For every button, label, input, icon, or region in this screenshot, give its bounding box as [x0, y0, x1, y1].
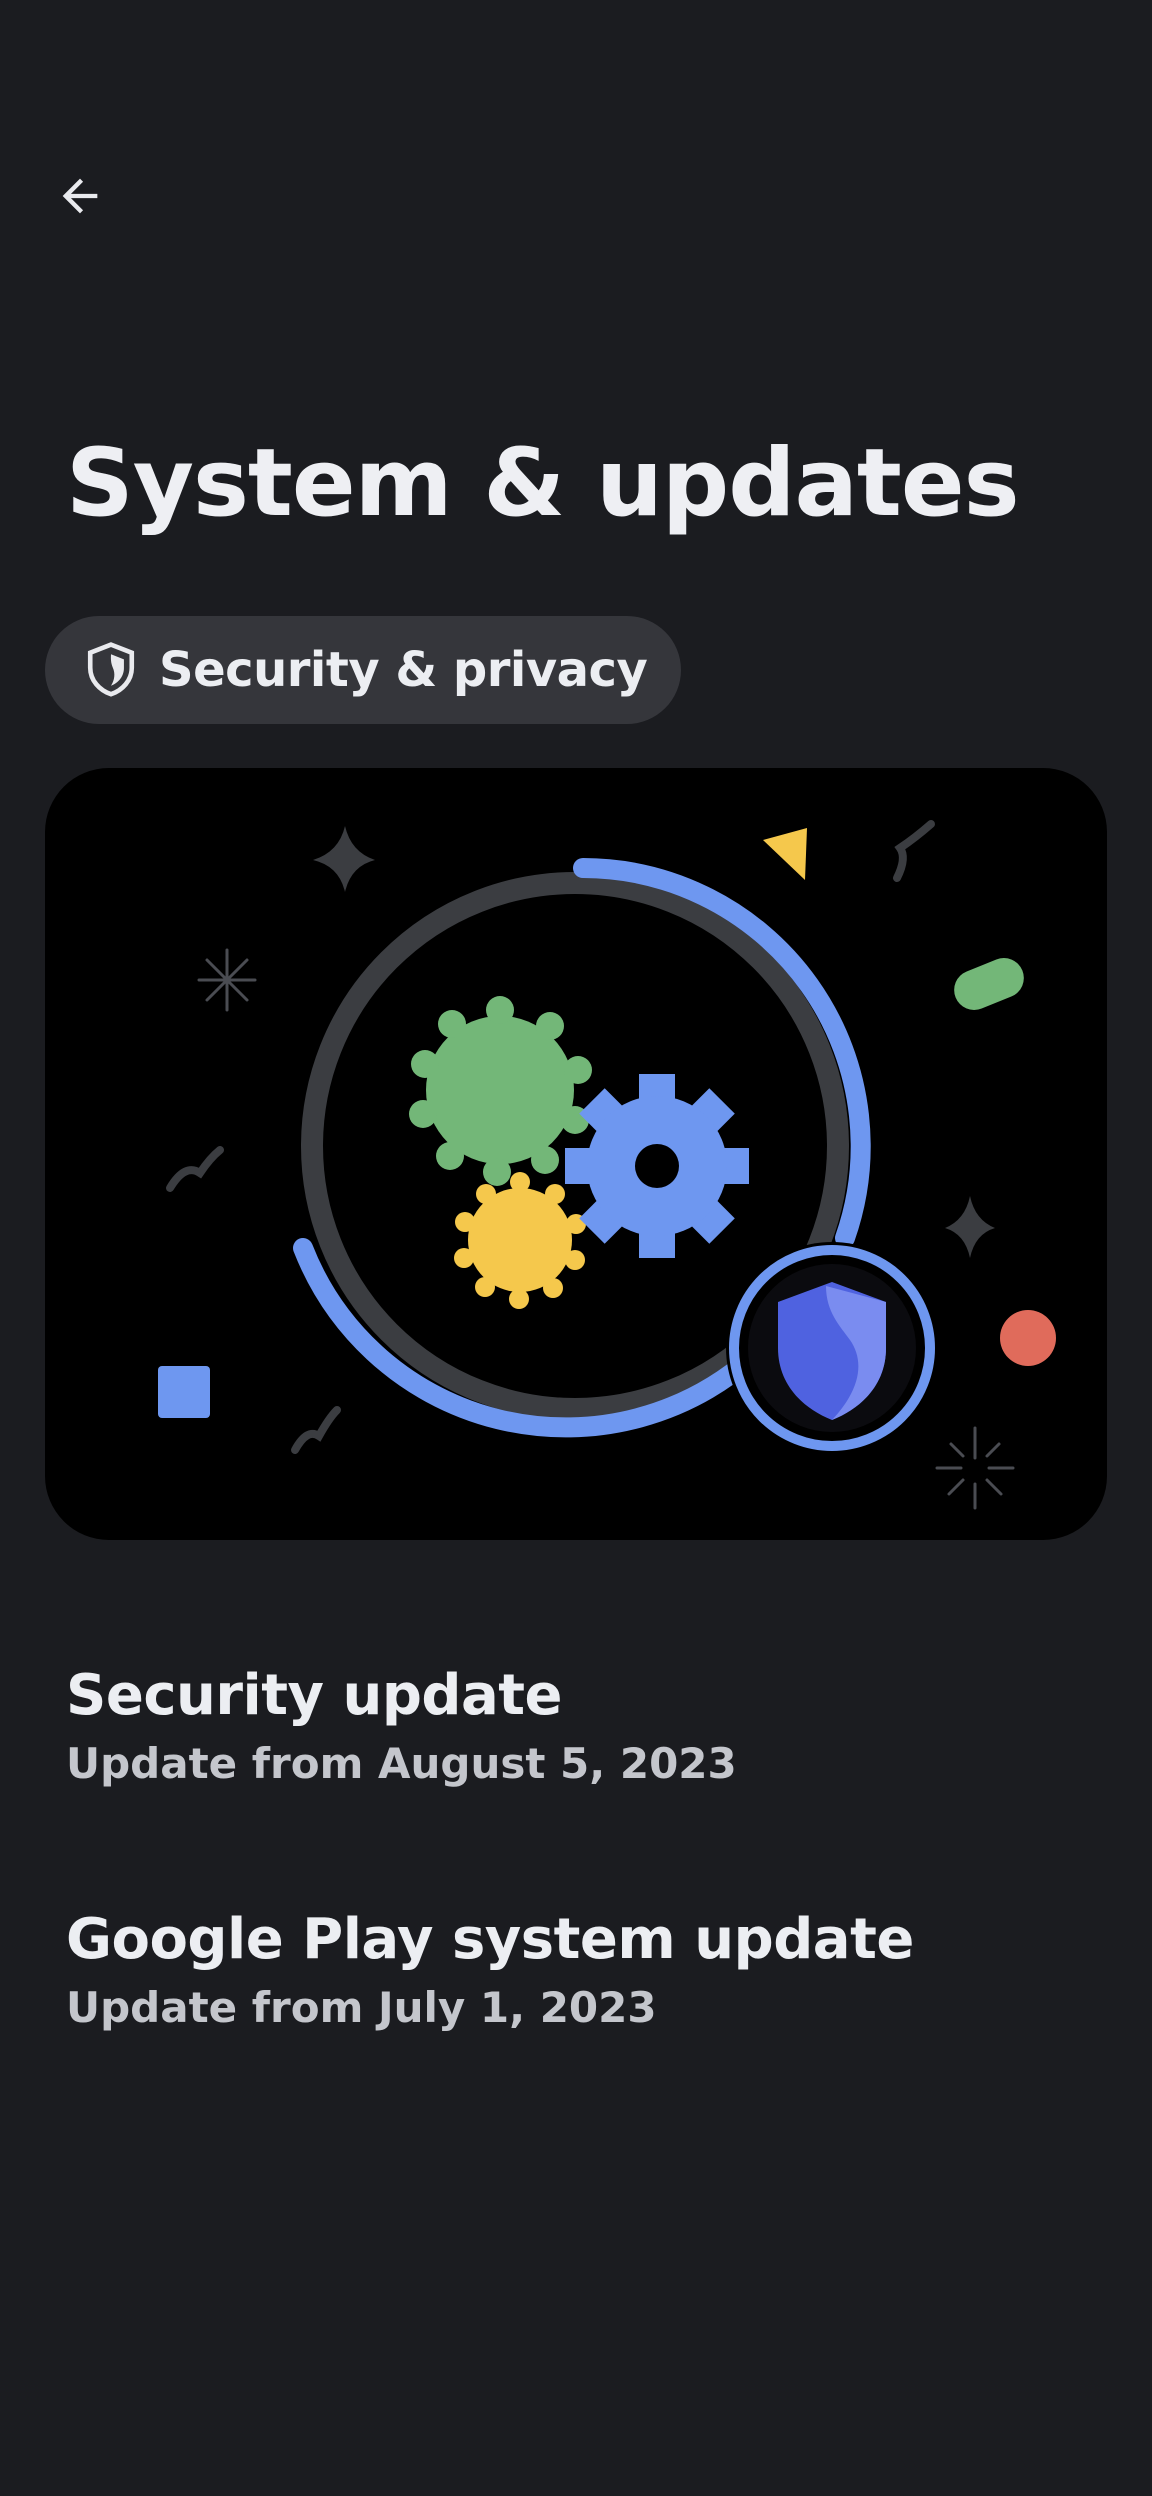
squiggle-shape-3 — [893, 820, 935, 882]
sparkle-shape-2 — [945, 1196, 995, 1258]
red-dot-shape — [1000, 1310, 1056, 1366]
blue-gear-icon — [565, 1074, 749, 1258]
arrow-back-icon — [62, 178, 98, 214]
blue-square-shape — [158, 1366, 210, 1418]
yellow-gear-shape — [454, 1172, 586, 1309]
hero-illustration — [45, 768, 1107, 1540]
page-title: System & updates — [66, 429, 1020, 538]
shield-icon — [87, 642, 135, 697]
green-gear-shape — [409, 996, 592, 1186]
item-subtitle: Update from July 1, 2023 — [66, 1982, 657, 2032]
item-title: Security update — [66, 1663, 563, 1728]
list-item-security-update[interactable]: Security update Update from August 5, 20… — [66, 1660, 1066, 1791]
burst-shape — [935, 1426, 1015, 1510]
squiggle-shape — [166, 1146, 224, 1192]
item-subtitle: Update from August 5, 2023 — [66, 1738, 737, 1788]
shield-badge — [726, 1242, 938, 1454]
green-pill-shape — [954, 958, 1024, 1010]
item-title: Google Play system update — [66, 1907, 914, 1972]
yellow-triangle-shape — [763, 828, 807, 880]
sparkle-shape — [313, 826, 375, 892]
list-item-google-play-system-update[interactable]: Google Play system update Update from Ju… — [66, 1904, 1066, 2035]
chip-label: Security & privacy — [159, 642, 648, 698]
asterisk-shape — [197, 948, 257, 1012]
squiggle-shape-2 — [291, 1406, 341, 1454]
security-privacy-chip[interactable]: Security & privacy — [45, 616, 682, 724]
back-button[interactable] — [44, 160, 116, 232]
